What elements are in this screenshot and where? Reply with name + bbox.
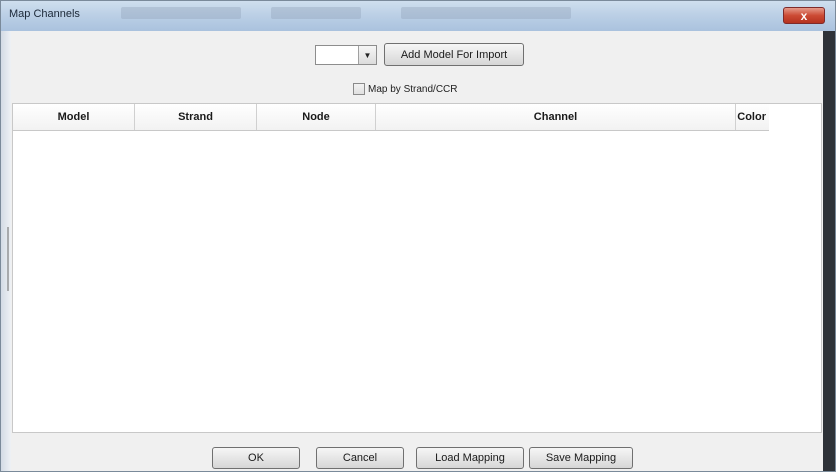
map-by-strand-checkbox[interactable]: [353, 83, 365, 95]
column-header-model[interactable]: Model: [13, 104, 135, 130]
window-left-border-line: [7, 227, 9, 291]
title-bar[interactable]: Map Channels x: [1, 1, 835, 31]
channel-mapping-grid[interactable]: Model Strand Node Channel Color: [12, 103, 822, 433]
dialog-button-bar: OK Cancel Load Mapping Save Mapping: [11, 435, 823, 471]
column-header-color[interactable]: Color: [736, 104, 769, 130]
column-header-channel[interactable]: Channel: [376, 104, 736, 130]
save-mapping-button[interactable]: Save Mapping: [529, 447, 633, 469]
load-mapping-button[interactable]: Load Mapping: [416, 447, 524, 469]
title-bar-shading: [121, 7, 241, 19]
close-icon: x: [800, 8, 808, 23]
column-header-strand[interactable]: Strand: [135, 104, 257, 130]
close-button[interactable]: x: [783, 7, 825, 24]
chevron-down-icon[interactable]: ▼: [358, 46, 376, 64]
dialog-client-area: ▼ Add Model For Import Map by Strand/CCR…: [11, 31, 823, 471]
model-select-value: [319, 48, 357, 62]
map-channels-dialog: Map Channels x ▼ Add Model For Import Ma…: [0, 0, 836, 472]
add-model-for-import-button[interactable]: Add Model For Import: [384, 43, 524, 66]
title-bar-shading: [271, 7, 361, 19]
window-left-border: [1, 31, 11, 471]
background-strip: [821, 31, 835, 471]
window-title: Map Channels: [9, 8, 80, 20]
map-by-strand-row[interactable]: Map by Strand/CCR: [353, 81, 457, 97]
cancel-button[interactable]: Cancel: [316, 447, 404, 469]
map-by-strand-label: Map by Strand/CCR: [368, 83, 458, 95]
title-bar-shading: [401, 7, 571, 19]
grid-body[interactable]: [13, 131, 821, 432]
model-select[interactable]: ▼: [315, 45, 377, 65]
grid-header: Model Strand Node Channel Color: [13, 104, 769, 131]
column-header-node[interactable]: Node: [257, 104, 376, 130]
ok-button[interactable]: OK: [212, 447, 300, 469]
